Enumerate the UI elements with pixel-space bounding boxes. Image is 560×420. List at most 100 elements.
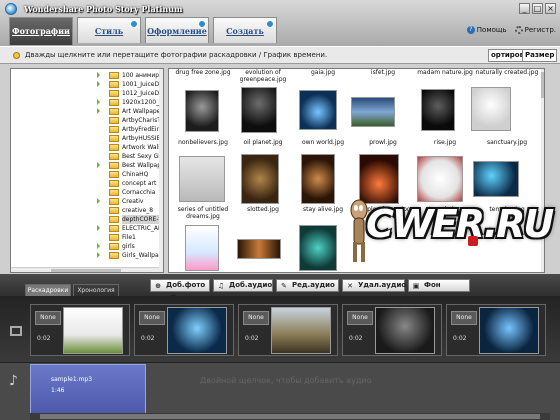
expand-arrow-icon[interactable] — [97, 99, 100, 105]
tab-create[interactable]: Создать — [213, 17, 277, 43]
slot-frame: None 0:02 — [134, 304, 234, 356]
help-link[interactable]: ? Помощь — [466, 26, 507, 34]
transition-button[interactable]: None — [243, 311, 269, 325]
tree-item[interactable]: 1001_JuiceDrop — [11, 80, 159, 89]
tree-item[interactable]: File1 — [11, 233, 159, 242]
tab-info-icon — [266, 20, 274, 28]
audio-track: ♪ sample1.mp3 1:46 Двойной щелчок, чтобы… — [0, 362, 560, 420]
tab-timeline[interactable]: Хронология — [73, 284, 119, 296]
slot-thumbnail[interactable] — [63, 307, 123, 354]
tab-photos[interactable]: Фотографии — [9, 17, 73, 45]
tree-scroll-thumb[interactable] — [51, 269, 121, 272]
slot-thumbnail[interactable] — [375, 307, 435, 354]
slot-thumbnail[interactable] — [479, 307, 539, 354]
slot-thumbnail[interactable] — [167, 307, 227, 354]
minimize-button[interactable]: _ — [519, 3, 530, 14]
thumb-caption: rise.jpg — [433, 139, 457, 146]
transition-button[interactable]: None — [451, 311, 477, 325]
tree-item[interactable]: Art Wallpapers — [11, 107, 159, 116]
photo-thumbnail[interactable] — [185, 225, 219, 271]
tree-vertical-scrollbar[interactable] — [159, 69, 163, 272]
tree-item-label: Best Sexy Girls — [122, 153, 159, 160]
maximize-button[interactable]: □ — [532, 3, 543, 14]
tree-item[interactable]: 100 анимирова — [11, 71, 159, 80]
audio-clip[interactable]: sample1.mp3 1:46 — [30, 364, 146, 420]
photo-thumbnail[interactable] — [237, 239, 281, 259]
tree-item-label: Girls_Wallpaper — [122, 252, 159, 259]
storyboard-slot[interactable]: None 0:02 — [134, 300, 248, 360]
delete-audio-button[interactable]: ✕ Удал.аудио — [342, 279, 406, 292]
folder-icon — [109, 126, 119, 133]
tab-design[interactable]: Оформление — [145, 17, 209, 43]
storyboard-slot[interactable]: None 0:02 — [238, 300, 352, 360]
app-header: Wondershare Photo Story Platinum _ □ × Ф… — [0, 0, 560, 46]
tree-item[interactable]: Cornacchia — [11, 188, 159, 197]
tree-item[interactable]: ChinaHQ — [11, 170, 159, 179]
edit-audio-label: Ред.аудио — [292, 281, 335, 289]
tree-item[interactable]: concept art — [11, 179, 159, 188]
photo-thumbnail[interactable] — [471, 87, 511, 131]
photo-thumbnail[interactable] — [301, 154, 335, 204]
tree-item[interactable]: ArtbyCharisTse — [11, 116, 159, 125]
tree-item[interactable]: 1920x1200_Brill — [11, 98, 159, 107]
timeline-scrollbar[interactable] — [30, 413, 550, 420]
photo-thumbnail[interactable] — [351, 97, 395, 127]
folder-icon — [109, 117, 119, 124]
tree-item[interactable]: Best Wallpapers — [11, 161, 159, 170]
tree-item[interactable]: Girls_Wallpaper — [11, 251, 159, 260]
expand-arrow-icon[interactable] — [97, 252, 100, 258]
photo-thumbnail[interactable] — [179, 156, 225, 202]
expand-arrow-icon[interactable] — [97, 198, 100, 204]
tree-item-label: File1 — [122, 234, 136, 241]
close-button[interactable]: × — [545, 3, 556, 14]
tree-item[interactable]: Artwork Wallpa — [11, 143, 159, 152]
tree-item[interactable]: ArtbyHUSSIENA — [11, 134, 159, 143]
thumb-caption: madam nature.jpg — [417, 69, 473, 76]
edit-audio-button[interactable]: ✎ Ред.аудио — [276, 279, 339, 292]
tree-item[interactable]: 1012_JuiceDrop — [11, 89, 159, 98]
slot-thumbnail[interactable] — [271, 307, 331, 354]
photo-thumbnail[interactable] — [299, 90, 337, 130]
add-audio-button[interactable]: ♫ Доб.аудио — [213, 279, 273, 292]
thumbnail-scroll-thumb[interactable] — [541, 72, 544, 98]
expand-arrow-icon[interactable] — [97, 81, 100, 87]
expand-arrow-icon[interactable] — [97, 72, 100, 78]
transition-button[interactable]: None — [35, 311, 61, 325]
photo-thumbnail[interactable] — [185, 90, 219, 132]
help-icon: ? — [466, 26, 475, 34]
storyboard-slot[interactable]: None 0:02 — [30, 300, 144, 360]
add-photo-button[interactable]: ⊕ Доб.фото — [150, 279, 210, 298]
storyboard-slot[interactable]: None 0:02 — [342, 300, 456, 360]
size-button[interactable]: Размер — [522, 49, 558, 62]
tree-item[interactable]: girls — [11, 242, 159, 251]
tree-item[interactable]: Best Sexy Girls — [11, 152, 159, 161]
thumb-caption: naturally created.jpg — [475, 69, 539, 76]
tree-item-label: girls — [122, 243, 135, 250]
tab-style[interactable]: Стиль — [77, 17, 141, 43]
register-link[interactable]: Регистр. — [514, 26, 556, 34]
expand-arrow-icon[interactable] — [97, 108, 100, 114]
photo-thumbnail[interactable] — [241, 154, 279, 204]
photo-thumbnail[interactable] — [473, 161, 519, 197]
audio-clip-name: sample1.mp3 — [51, 376, 93, 383]
register-label: Регистр. — [524, 26, 556, 34]
tree-item[interactable]: ELECTRIC_ART — [11, 224, 159, 233]
expand-arrow-icon[interactable] — [97, 243, 100, 249]
tree-item[interactable]: creative_8 — [11, 206, 159, 215]
storyboard-slot[interactable]: None 0:02 — [446, 300, 546, 360]
transition-button[interactable]: None — [347, 311, 373, 325]
background-button[interactable]: ▣ Фон — [408, 279, 470, 292]
tab-storyboard[interactable]: Раскадровки — [25, 284, 71, 296]
transition-button[interactable]: None — [139, 311, 165, 325]
tree-item[interactable]: ArtbyFredEinau — [11, 125, 159, 134]
tree-item[interactable]: Creativ — [11, 197, 159, 206]
photo-thumbnail[interactable] — [421, 89, 455, 131]
tree-horizontal-scrollbar[interactable] — [11, 267, 159, 272]
photo-thumbnail[interactable] — [299, 225, 337, 271]
expand-arrow-icon[interactable] — [97, 162, 100, 168]
tree-item-selected[interactable]: depthCORE-tem — [11, 215, 159, 224]
timeline-scroll-thumb[interactable] — [40, 414, 540, 419]
photo-thumbnail[interactable] — [241, 87, 277, 133]
app-logo-icon — [5, 3, 17, 15]
expand-arrow-icon[interactable] — [97, 225, 100, 231]
